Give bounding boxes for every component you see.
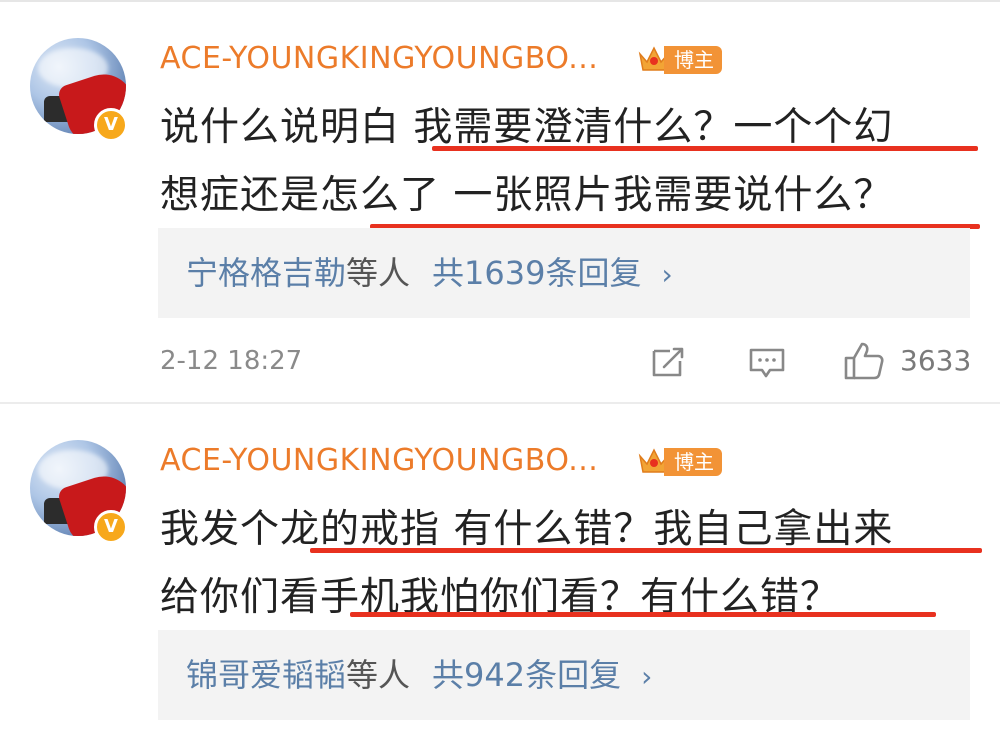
comment-separator [0, 402, 1000, 404]
chevron-right-icon: › [641, 660, 653, 693]
red-underline [350, 612, 936, 617]
reply-names: 宁格格吉勒 [186, 254, 347, 292]
comment-time: 2-12 18:27 [160, 346, 303, 376]
verified-icon: V [94, 108, 128, 142]
host-tag: 博主 [664, 46, 722, 74]
username[interactable]: ACE-YOUNGKINGYOUNGBO... [160, 41, 598, 76]
reply-count: 共1639条回复 [432, 254, 642, 292]
reply-etc: 等人 [346, 254, 411, 292]
reply-summary[interactable]: 锦哥爱韬韬等人 共942条回复 › [158, 630, 970, 720]
host-tag: 博主 [664, 448, 722, 476]
comment-text-line: 我发个龙的戒指 有什么错？我自己拿出来 [160, 507, 894, 552]
like-count: 3633 [900, 344, 972, 377]
verified-icon: V [94, 510, 128, 544]
comment-text-line: 说什么说明白 我需要澄清什么？一个个幻 [160, 105, 894, 150]
reply-count: 共942条回复 [432, 656, 622, 694]
chevron-right-icon: › [661, 258, 673, 291]
share-icon[interactable] [650, 345, 688, 379]
top-divider [0, 0, 1000, 2]
comment-text-line: 想症还是怎么了 一张照片我需要说什么？ [160, 173, 894, 218]
like-icon[interactable] [842, 340, 886, 382]
red-underline [432, 146, 978, 151]
reply-etc: 等人 [346, 656, 411, 694]
reply-names: 锦哥爱韬韬 [186, 656, 347, 694]
reply-summary[interactable]: 宁格格吉勒等人 共1639条回复 › [158, 228, 970, 318]
comment-icon[interactable] [748, 346, 786, 380]
red-underline [310, 548, 982, 553]
username[interactable]: ACE-YOUNGKINGYOUNGBO... [160, 443, 598, 478]
